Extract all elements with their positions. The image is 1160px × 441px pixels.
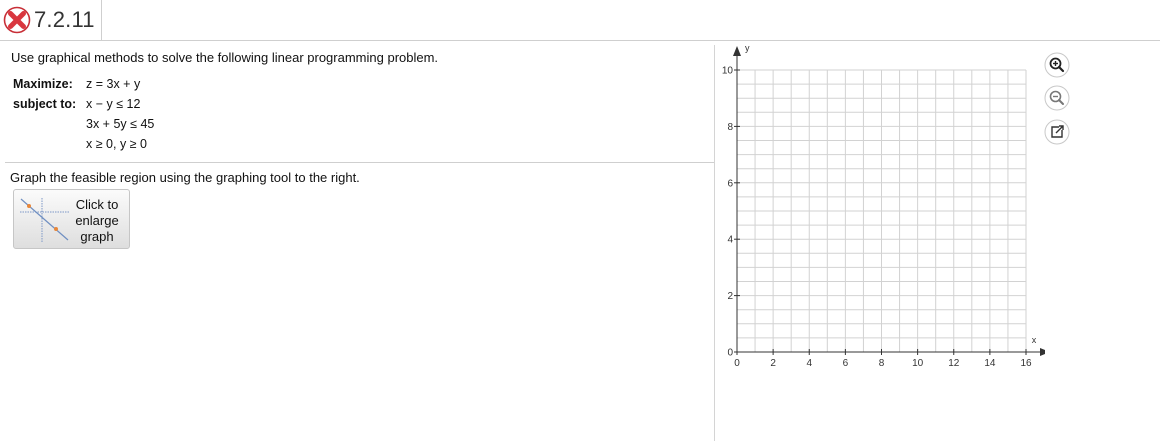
x-tick-label: 4 bbox=[806, 358, 812, 369]
x-tick-label: 2 bbox=[770, 358, 776, 369]
x-tick-label: 10 bbox=[912, 358, 924, 369]
y-axis-label: y bbox=[745, 43, 750, 53]
x-tick-label: 16 bbox=[1020, 358, 1032, 369]
y-tick-label: 0 bbox=[727, 348, 733, 359]
x-tick-label: 12 bbox=[948, 358, 960, 369]
y-tick-label: 10 bbox=[722, 66, 734, 77]
x-axis-label: x bbox=[1032, 335, 1037, 345]
maximize-label: Maximize: bbox=[13, 77, 73, 91]
section-divider bbox=[5, 162, 714, 163]
constraint: 3x + 5y ≤ 45 bbox=[86, 117, 155, 131]
x-tick-label: 14 bbox=[984, 358, 996, 369]
problem-title: 7.2.11 bbox=[0, 0, 102, 40]
y-tick-label: 2 bbox=[727, 291, 733, 302]
zoom-out-icon[interactable] bbox=[1044, 85, 1070, 111]
problem-instructions: Use graphical methods to solve the follo… bbox=[11, 50, 439, 65]
x-tick-label: 8 bbox=[879, 358, 885, 369]
enlarge-graph-label: Click to enlarge graph bbox=[75, 197, 119, 244]
expand-graph-icon[interactable] bbox=[1044, 119, 1070, 145]
y-axis-arrow bbox=[733, 46, 741, 56]
graph-canvas[interactable]: 0 2 4 6 8 10 12 14 16 0 2 4 6 8 10 x y bbox=[715, 41, 1045, 381]
zoom-in-icon[interactable] bbox=[1044, 52, 1070, 78]
subject-to-label: subject to: bbox=[13, 97, 77, 111]
y-tick-label: 4 bbox=[727, 235, 733, 246]
incorrect-x-icon bbox=[3, 6, 31, 34]
x-tick-label: 6 bbox=[843, 358, 849, 369]
x-tick-label: 0 bbox=[734, 358, 740, 369]
x-axis-arrow bbox=[1040, 348, 1045, 356]
problem-pane: Use graphical methods to solve the follo… bbox=[0, 41, 714, 441]
objective-function: z = 3x + y bbox=[86, 77, 141, 91]
graph-thumbnail-icon bbox=[20, 198, 70, 242]
constraint: x ≥ 0, y ≥ 0 bbox=[86, 137, 147, 151]
y-tick-label: 8 bbox=[727, 122, 733, 133]
graph-instructions: Graph the feasible region using the grap… bbox=[10, 170, 360, 185]
question-header: 7.2.11 bbox=[0, 0, 1160, 40]
y-tick-label: 6 bbox=[727, 178, 733, 189]
problem-number: 7.2.11 bbox=[34, 7, 95, 32]
enlarge-graph-button[interactable]: Click to enlarge graph bbox=[13, 189, 130, 249]
constraint: x − y ≤ 12 bbox=[86, 97, 141, 111]
